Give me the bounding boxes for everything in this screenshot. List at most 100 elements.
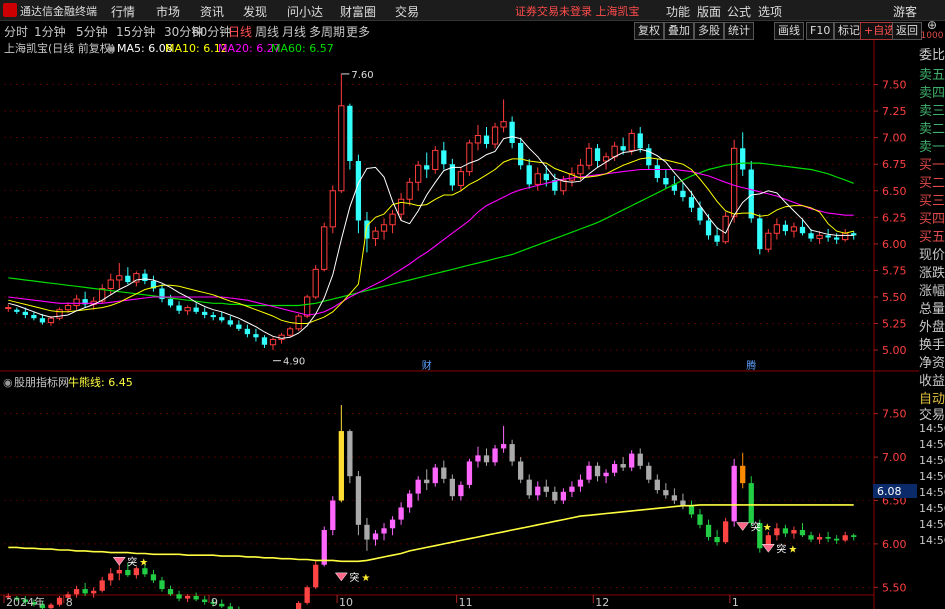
candle-body-up [842,232,849,241]
sub-bar [791,530,797,534]
candle-body-down [14,309,20,312]
sub-indicator-axis: 5.506.006.507.007.50 [874,408,907,594]
tab-multi[interactable]: 多周期 [309,23,345,40]
panel-price: 现价 [919,248,945,263]
sub-bar [697,514,703,525]
panel-sell4: 卖四 [919,86,945,101]
panel-time-8: 14:56 [919,534,945,547]
huaxian-button[interactable]: 画线 [774,22,804,40]
sub-bar [799,530,806,536]
sub-bar [184,596,191,599]
bull-bear-label: 牛熊线: 6.45 [68,375,133,389]
sub-bar [398,507,404,520]
sub-bar [73,589,80,595]
menu-hangqing[interactable]: 行情 [111,3,135,20]
sub-bar [569,486,575,492]
sub-bar [834,538,840,541]
tab-more[interactable]: 更多 [346,23,370,40]
sub-bar [620,464,626,468]
candle-body-up [5,307,12,310]
candle-body-up [790,226,798,232]
tab-day[interactable]: 日线 [228,23,252,40]
sub-bar [372,533,379,540]
sub-y-tick-label: 6.00 [882,538,907,551]
back-button[interactable]: 返回 [892,22,922,40]
panel-buy3: 买三 [919,194,945,209]
sub-bar [483,455,490,463]
panel-sell5: 卖五 [919,68,945,83]
menu-banmian[interactable]: 版面 [697,3,721,20]
menu-zixun[interactable]: 资讯 [200,3,224,20]
star-signal-icon: ★ [361,573,370,584]
candle-body-down [244,328,251,335]
panel-time-2: 14:56 [919,438,945,451]
panel-buy5: 买五 [919,230,945,245]
panel-time-6: 14:56 [919,502,945,515]
candle-body-down [22,311,28,316]
panel-trade[interactable]: 交易 [919,404,945,423]
candle-body-down [808,233,814,239]
candle-body-up [457,171,465,186]
tab-week[interactable]: 周线 [255,23,279,40]
candle-body-down [227,320,233,325]
kline-chart[interactable]: 5.00 5.25 5.50 5.75 6.00 6.25 6.50 6.75 7.00 7.25… [0,40,919,609]
sub-bar [48,604,54,609]
menu-wenxiaoda[interactable]: 问小达 [287,3,323,20]
breakout-signal-label: 突 [776,542,786,555]
sub-bar [347,431,353,477]
candle-body-up [321,226,328,270]
candle-body-up [585,147,593,166]
candle-body-up [765,232,772,250]
candle-body-up [406,181,413,200]
sub-bar [586,465,592,480]
tab-month[interactable]: 月线 [282,23,306,40]
sub-eye-icon[interactable]: ◉ [3,376,13,389]
sub-bar [603,472,609,477]
menu-gongneng[interactable]: 功能 [666,3,690,20]
x-tick-label: 11 [459,596,473,609]
candle-body-down [714,235,720,242]
candle-body-down [347,105,353,162]
candle-body-down [202,311,208,316]
tongji-button[interactable]: 统计 [724,22,754,40]
sub-bar [748,483,754,524]
menu-shichang[interactable]: 市场 [156,3,180,20]
main-y-tick-label: 7.50 [882,79,907,92]
tab-15min[interactable]: 15分钟 [116,23,155,40]
sub-bar [731,465,737,522]
tab-1min[interactable]: 1分钟 [34,23,66,40]
main-y-tick-label: 5.25 [882,318,907,331]
diejia-button[interactable]: 叠加 [664,22,694,40]
sub-bar [381,528,387,534]
menu-xuanxiang[interactable]: 选项 [758,3,782,20]
tab-fenshi[interactable]: 分时 [4,23,28,40]
candle-body-down [620,146,626,151]
candle-body-up [304,296,311,317]
menu-gongshi[interactable]: 公式 [727,3,751,20]
menu-jiaoyi[interactable]: 交易 [395,3,419,20]
guest-label[interactable]: 游客 [893,3,917,20]
candle-body-down [594,148,601,162]
panel-buy1: 买一 [919,158,945,173]
duogu-button[interactable]: 多股 [694,22,724,40]
eye-icon[interactable]: ◉ [106,42,116,55]
candle-body-up [611,145,618,158]
panel-volume: 总量 [919,302,945,317]
sub-bar [295,602,302,609]
menu-caifuquan[interactable]: 财富圈 [340,3,376,20]
panel-sell1: 卖一 [919,140,945,155]
candle-body-up [372,230,379,240]
candle-body-down [782,224,789,232]
panel-buy2: 买二 [919,176,945,191]
tab-60min[interactable]: 60分钟 [192,23,231,40]
menu-faxian[interactable]: 发现 [243,3,267,20]
fuquan-button[interactable]: 复权 [634,22,664,40]
tab-5min[interactable]: 5分钟 [76,23,108,40]
sub-bar [543,486,549,492]
breakout-signal-label: 突 [751,521,761,534]
candle-body-down [261,337,268,345]
x-tick-label: 2024年 [6,595,45,609]
sub-bar [629,453,635,468]
f10-button[interactable]: F10 [806,22,835,40]
candle-body-down [355,161,362,221]
